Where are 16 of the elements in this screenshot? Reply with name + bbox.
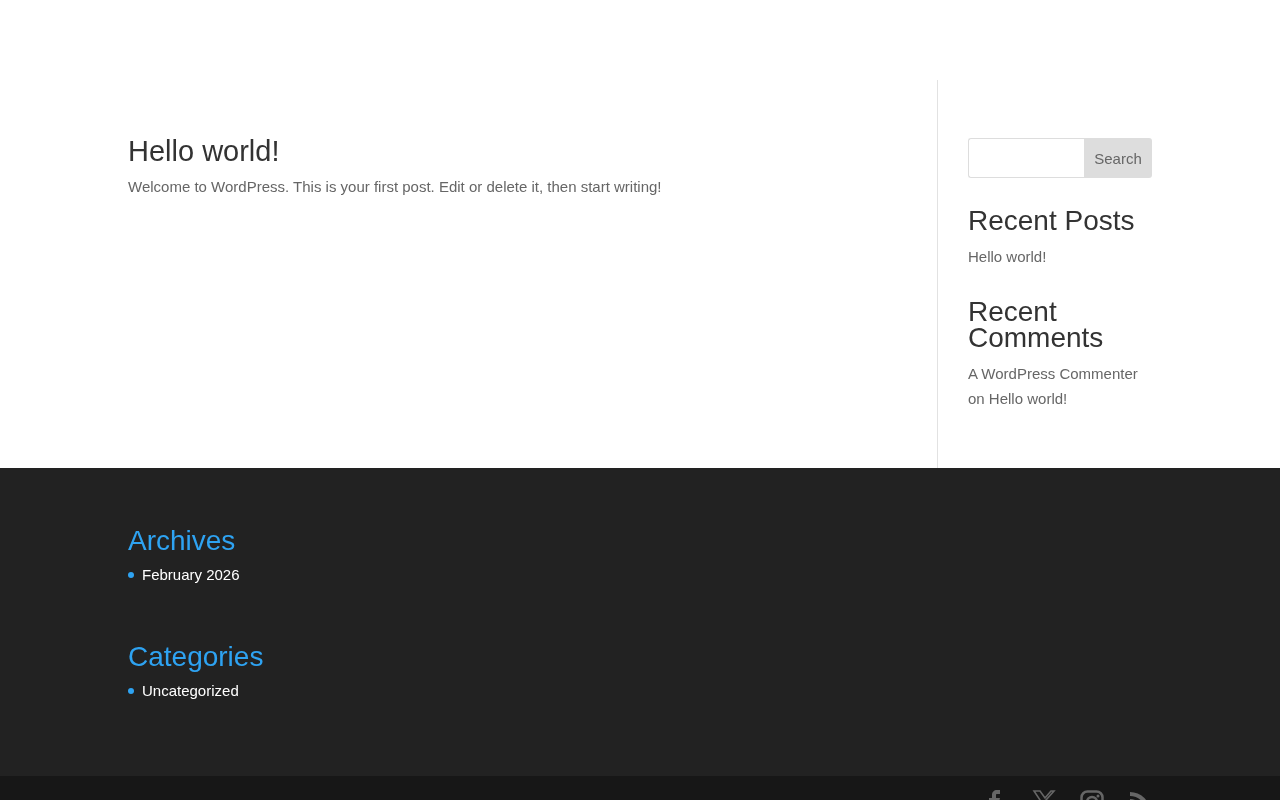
footer-widget-title: Archives — [128, 524, 237, 558]
footer-link[interactable]: February 2026 — [142, 564, 240, 586]
widget-title: Recent Comments — [968, 299, 1105, 351]
search-button[interactable]: Search — [1084, 138, 1152, 178]
footer-widget-title: Categories — [128, 640, 265, 674]
post-excerpt: Welcome to WordPress. This is your first post. Edit or delete it, then start writing! — [128, 177, 663, 197]
post-link[interactable]: Hello world! — [988, 390, 1068, 407]
comment-connector: on — [968, 390, 985, 407]
author-link[interactable]: A WordPress Commenter — [968, 365, 1138, 382]
search-field[interactable] — [968, 138, 1084, 178]
footer-link[interactable]: Uncategorized — [142, 680, 239, 702]
bullet-icon — [128, 572, 134, 578]
widget-title: Recent Posts — [968, 208, 1136, 234]
post-title[interactable]: Hello world! — [128, 134, 937, 168]
post-link[interactable]: Hello world! — [968, 248, 1047, 265]
bullet-icon — [128, 688, 134, 694]
